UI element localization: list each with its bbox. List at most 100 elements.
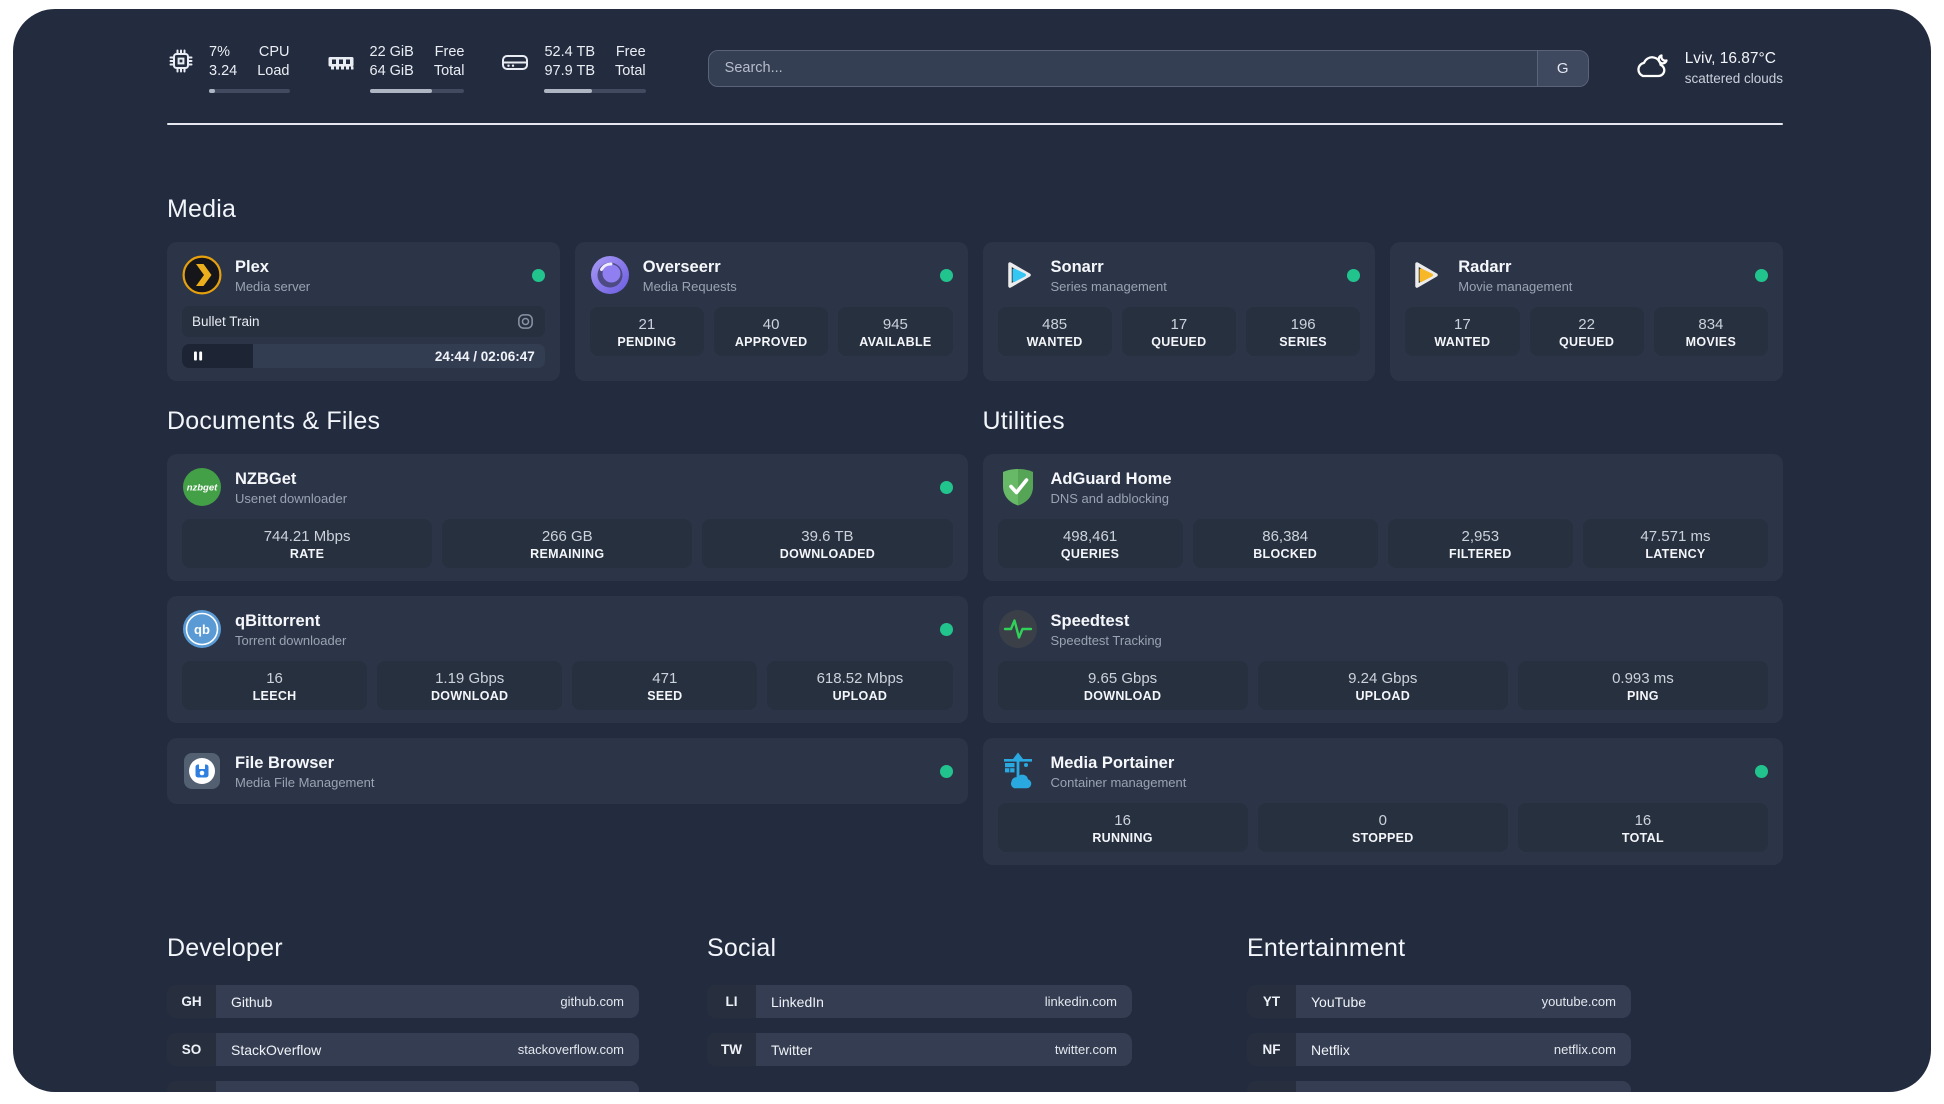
app-card-plex[interactable]: Plex Media server Bullet Train 24:44 / 0…: [167, 242, 560, 381]
bookmark-name: YouTube: [1311, 993, 1367, 1010]
cpu-load-value: 3.24: [209, 63, 238, 79]
section-title-entertainment: Entertainment: [1247, 934, 1406, 962]
bookmark-dev[interactable]: DT DEV dev.to: [167, 1081, 639, 1092]
status-dot: [939, 480, 953, 494]
disk-stat: 52.4 TB 97.9 TB Free Total: [500, 43, 646, 93]
app-name: NZBGet: [235, 469, 297, 488]
stat-tile: 22 QUEUED: [1529, 307, 1644, 356]
svg-text:nzbget: nzbget: [187, 483, 218, 494]
bookmark-name: Github: [231, 993, 273, 1010]
weather-widget: Lviv, 16.87°C scattered clouds: [1633, 50, 1783, 87]
disk-total-value: 97.9 TB: [544, 63, 596, 79]
disk-free-value: 52.4 TB: [544, 44, 596, 60]
app-card-sonarr[interactable]: Sonarr Series management 485 WANTED 17 Q…: [982, 242, 1376, 381]
header-divider: [167, 123, 1783, 125]
stat-tile: 945 AVAILABLE: [838, 307, 953, 356]
ram-icon: [326, 47, 356, 82]
ram-total-value: 64 GiB: [369, 63, 414, 79]
stat-tile: 196 SERIES: [1246, 307, 1361, 356]
stat-tile: 1.19 Gbps DOWNLOAD: [377, 661, 563, 710]
cpu-usage-value: 7%: [209, 44, 230, 60]
bookmark-name: LinkedIn: [771, 993, 824, 1010]
app-card-adguard[interactable]: AdGuard Home DNS and adblocking 498,461 …: [982, 454, 1783, 581]
bookmark-name: StackOverflow: [231, 1041, 322, 1058]
app-name: Media Portainer: [1050, 753, 1175, 772]
pause-icon[interactable]: [191, 349, 205, 363]
ram-progress-bar: [369, 89, 465, 93]
bookmark-name: Reddit: [1311, 1090, 1351, 1093]
bookmark-github[interactable]: GH Github github.com: [167, 985, 639, 1018]
stat-tile: 21 PENDING: [589, 307, 704, 356]
overseerr-icon: [590, 255, 630, 295]
stat-tile: 471 SEED: [572, 661, 758, 710]
app-desc: Usenet downloader: [235, 490, 348, 506]
weather-location: Lviv, 16.87°C: [1684, 50, 1776, 67]
app-card-overseerr[interactable]: Overseerr Media Requests 21 PENDING 40 A…: [574, 242, 968, 381]
app-desc: Media File Management: [235, 774, 375, 790]
bookmark-linkedin[interactable]: LI LinkedIn linkedin.com: [707, 985, 1132, 1018]
stat-tile: 2,953 FILTERED: [1387, 519, 1573, 568]
portainer-icon: [998, 751, 1038, 791]
bookmark-reddit[interactable]: RE Reddit reddit.com: [1247, 1081, 1631, 1092]
stat-tile: 485 WANTED: [997, 307, 1112, 356]
disk-total-label: Total: [615, 63, 646, 79]
app-card-nzbget[interactable]: nzbget NZBGet Usenet downloader 744.21 M…: [167, 454, 968, 581]
playback-progress-bar: 24:44 / 02:06:47: [182, 344, 545, 368]
app-name: Sonarr: [1050, 257, 1104, 276]
ram-free-label: Free: [434, 44, 465, 60]
session-info-icon[interactable]: [516, 312, 535, 331]
app-card-radarr[interactable]: Radarr Movie management 17 WANTED 22 QUE…: [1390, 242, 1783, 381]
bookmark-url: stackoverflow.com: [517, 1042, 624, 1057]
app-desc: Series management: [1050, 278, 1167, 294]
bookmark-tag: SO: [167, 1033, 216, 1066]
disk-progress-bar: [544, 89, 646, 93]
app-desc: Container management: [1050, 774, 1187, 790]
search-engine-button[interactable]: G: [1536, 50, 1588, 86]
stat-tile: 17 QUEUED: [1121, 307, 1236, 356]
app-card-qbittorrent[interactable]: qb qBittorrent Torrent downloader 16 LEE…: [167, 596, 968, 723]
app-name: qBittorrent: [235, 611, 321, 630]
stat-tile: 0.993 ms PING: [1517, 661, 1769, 710]
bookmark-tag: GH: [167, 985, 216, 1018]
section-title-media: Media: [167, 195, 237, 223]
svg-text:qb: qb: [194, 622, 210, 637]
app-desc: Media server: [235, 278, 311, 294]
bookmark-url: dev.to: [590, 1090, 624, 1092]
bookmark-tag: YT: [1247, 985, 1296, 1018]
section-title-utilities: Utilities: [982, 407, 1065, 435]
cpu-progress-bar: [209, 89, 290, 93]
cpu-load-label: Load: [257, 63, 290, 79]
bookmark-youtube[interactable]: YT YouTube youtube.com: [1247, 985, 1631, 1018]
plex-icon: [182, 255, 222, 295]
status-dot: [939, 764, 953, 778]
bookmark-twitter[interactable]: TW Twitter twitter.com: [707, 1033, 1132, 1066]
stat-tile: 16 RUNNING: [997, 803, 1248, 852]
stat-tile: 498,461 QUERIES: [997, 519, 1183, 568]
bookmark-url: reddit.com: [1555, 1090, 1616, 1092]
bookmark-stackoverflow[interactable]: SO StackOverflow stackoverflow.com: [167, 1033, 639, 1066]
app-card-filebrowser[interactable]: File Browser Media File Management: [167, 738, 968, 804]
app-name: Radarr: [1458, 257, 1512, 276]
search-bar: G: [707, 49, 1589, 87]
cpu-icon: [167, 47, 195, 80]
bookmark-netflix[interactable]: NF Netflix netflix.com: [1247, 1033, 1631, 1066]
stat-tile: 0 STOPPED: [1257, 803, 1508, 852]
app-card-portainer[interactable]: Media Portainer Container management 16 …: [982, 738, 1783, 865]
now-playing-title: Bullet Train: [192, 314, 260, 329]
app-name: File Browser: [235, 753, 335, 772]
now-playing-row: Bullet Train: [182, 306, 545, 337]
sonarr-icon: [998, 255, 1038, 295]
ram-stat: 22 GiB 64 GiB Free Total: [326, 43, 465, 93]
app-desc: Movie management: [1458, 278, 1573, 294]
ram-total-label: Total: [433, 63, 465, 79]
app-card-speedtest[interactable]: Speedtest Speedtest Tracking 9.65 Gbps D…: [982, 596, 1783, 723]
app-name: Plex: [235, 257, 269, 276]
status-dot: [1347, 268, 1361, 282]
status-dot: [939, 622, 953, 636]
bookmark-name: Twitter: [771, 1041, 813, 1058]
adguard-icon: [998, 467, 1038, 507]
status-dot: [531, 268, 545, 282]
search-input[interactable]: [708, 60, 1537, 76]
status-dot: [939, 268, 953, 282]
disk-free-label: Free: [615, 44, 646, 60]
